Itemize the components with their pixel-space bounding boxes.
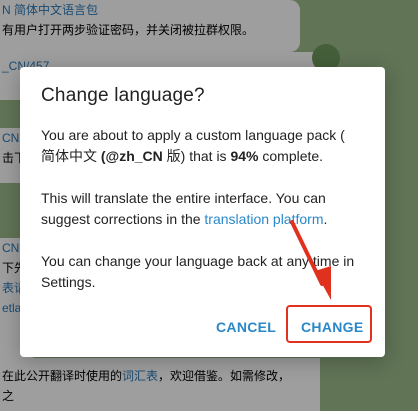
annotation-arrow-icon bbox=[290, 220, 331, 300]
